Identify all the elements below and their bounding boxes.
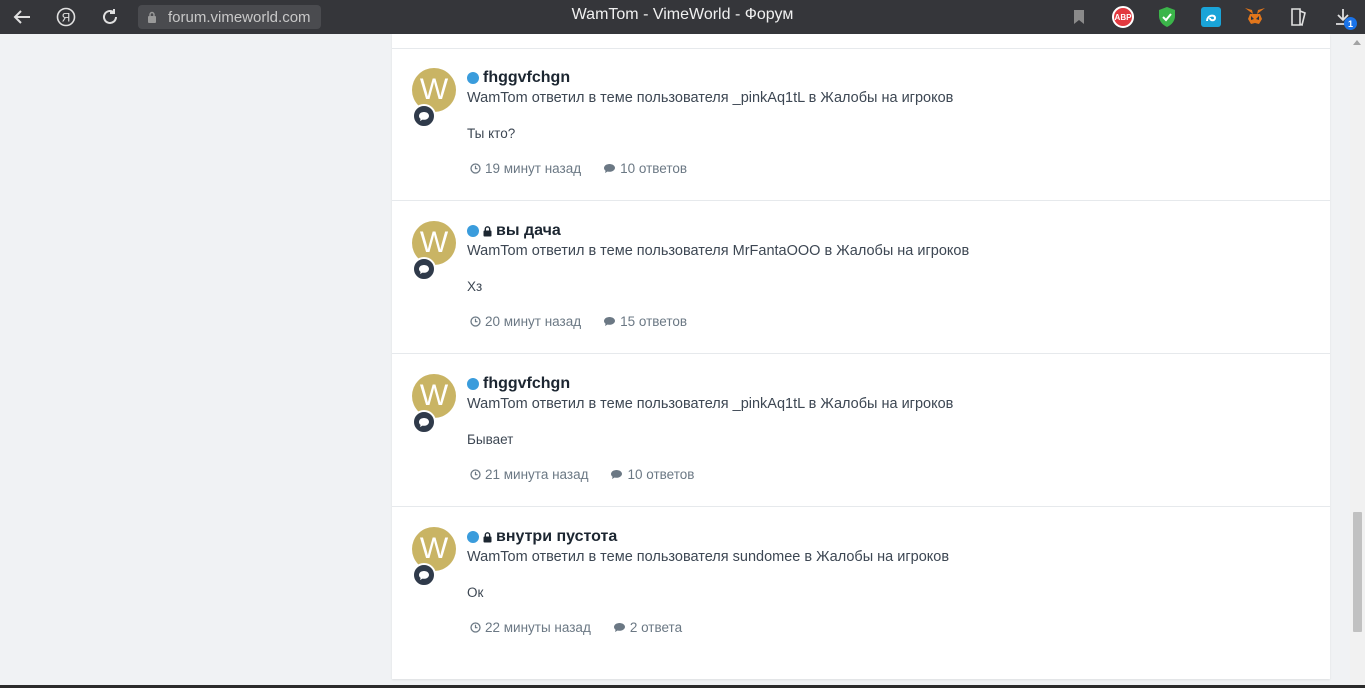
activity-meta: WamTom ответил в теме пользователя _pink…	[467, 90, 954, 106]
comment-icon	[611, 470, 623, 479]
clock-icon	[470, 163, 481, 174]
comment-badge-icon	[412, 563, 436, 587]
address-bar[interactable]: forum.vimeworld.com	[138, 5, 321, 29]
activity-meta: WamTom ответил в теме пользователя _pink…	[467, 396, 954, 412]
comment-badge-icon	[412, 104, 436, 128]
collections-button[interactable]	[1277, 0, 1321, 34]
collections-icon	[1291, 8, 1306, 27]
reply-count-text: 10 ответов	[627, 467, 695, 482]
timestamp[interactable]: 20 минут назад	[470, 314, 581, 329]
reload-icon	[103, 9, 117, 24]
post-snippet: Бывает	[467, 432, 514, 447]
post-snippet: Хз	[467, 279, 483, 294]
unread-indicator	[467, 378, 479, 390]
back-button[interactable]	[0, 0, 44, 34]
clock-icon	[470, 622, 481, 633]
back-arrow-icon	[13, 10, 30, 24]
lock-icon	[483, 225, 493, 237]
reply-count-text: 15 ответов	[620, 314, 688, 329]
activity-item: W внутри пустота WamTom ответил в теме п…	[392, 507, 1330, 660]
yandex-icon: Я	[56, 7, 76, 27]
activity-stream: W fhggvfchgn WamTom ответил в теме польз…	[392, 34, 1330, 679]
topic-title-row: fhggvfchgn	[467, 68, 570, 88]
shield-extension[interactable]	[1145, 0, 1189, 34]
topic-title-row: fhggvfchgn	[467, 374, 570, 394]
comment-icon	[604, 164, 616, 173]
svg-text:Я: Я	[62, 11, 71, 25]
lock-icon	[144, 9, 160, 25]
reply-count: 10 ответов	[603, 161, 687, 176]
activity-item: W fhggvfchgn WamTom ответил в теме польз…	[392, 48, 1330, 201]
activity-item: W fhggvfchgn WamTom ответил в теме польз…	[392, 354, 1330, 507]
time-text: 19 минут назад	[485, 161, 582, 176]
page-background: W fhggvfchgn WamTom ответил в теме польз…	[0, 34, 1365, 688]
clock-icon	[470, 469, 481, 480]
url-text: forum.vimeworld.com	[168, 8, 311, 26]
unread-indicator	[467, 531, 479, 543]
teal-extension[interactable]	[1189, 0, 1233, 34]
timestamp[interactable]: 19 минут назад	[470, 161, 581, 176]
comment-badge-icon	[412, 257, 436, 281]
reply-count: 10 ответов	[610, 467, 694, 482]
post-snippet: Ты кто?	[467, 126, 516, 141]
reply-count-text: 10 ответов	[620, 161, 688, 176]
topic-title-link[interactable]: вы дача	[496, 222, 561, 240]
item-stats: 20 минут назад 15 ответов	[470, 314, 709, 329]
topic-title-link[interactable]: fhggvfchgn	[483, 375, 570, 393]
timestamp[interactable]: 22 минуты назад	[470, 620, 591, 635]
time-text: 22 минуты назад	[485, 620, 591, 635]
unread-indicator	[467, 225, 479, 237]
extensions-area: ABP 1	[1057, 0, 1365, 34]
activity-item: W вы дача WamTom ответил в теме пользова…	[392, 201, 1330, 354]
scroll-up-arrow-icon[interactable]	[1353, 40, 1361, 45]
scrollbar-thumb[interactable]	[1353, 512, 1362, 632]
metamask-extension[interactable]	[1233, 0, 1277, 34]
bookmark-icon	[1074, 10, 1084, 24]
time-text: 20 минут назад	[485, 314, 582, 329]
comment-icon	[604, 317, 616, 326]
item-stats: 21 минута назад 10 ответов	[470, 467, 716, 482]
comment-icon	[613, 623, 625, 632]
activity-meta: WamTom ответил в теме пользователя sundo…	[467, 549, 950, 565]
item-stats: 19 минут назад 10 ответов	[470, 161, 709, 176]
clock-icon	[470, 316, 481, 327]
comment-badge-icon	[412, 410, 436, 434]
timestamp[interactable]: 21 минута назад	[470, 467, 588, 482]
adblock-icon: ABP	[1112, 6, 1134, 28]
fox-icon	[1245, 8, 1265, 24]
item-stats: 22 минуты назад 2 ответа	[470, 620, 704, 635]
time-text: 21 минута назад	[485, 467, 589, 482]
activity-meta: WamTom ответил в теме пользователя MrFan…	[467, 243, 970, 259]
topic-title-row: вы дача	[467, 221, 561, 241]
reply-count: 15 ответов	[603, 314, 687, 329]
shield-check-icon	[1159, 7, 1175, 27]
topic-title-link[interactable]: fhggvfchgn	[483, 69, 570, 87]
browser-toolbar: Я forum.vimeworld.com WamTom - VimeWorld…	[0, 0, 1365, 34]
reload-button[interactable]	[88, 0, 132, 34]
adblock-extension[interactable]: ABP	[1101, 0, 1145, 34]
unread-indicator	[467, 72, 479, 84]
page-scrollbar[interactable]	[1350, 34, 1365, 688]
downloads-badge: 1	[1344, 17, 1357, 30]
downloads-button[interactable]: 1	[1321, 0, 1365, 34]
reply-count-text: 2 ответа	[629, 620, 683, 635]
swirl-app-icon	[1201, 7, 1221, 27]
bookmark-button[interactable]	[1057, 0, 1101, 34]
topic-title-link[interactable]: внутри пустота	[496, 528, 617, 546]
yandex-button[interactable]: Я	[44, 0, 88, 34]
reply-count: 2 ответа	[613, 620, 682, 635]
topic-title-row: внутри пустота	[467, 527, 617, 547]
post-snippet: Ок	[467, 585, 484, 600]
lock-icon	[483, 531, 493, 543]
